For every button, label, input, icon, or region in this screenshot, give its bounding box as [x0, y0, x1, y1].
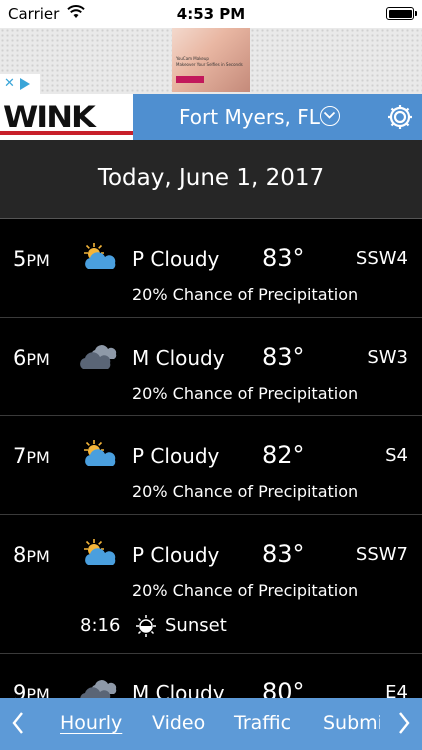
ad-line1: YouCam Makeup — [176, 56, 209, 61]
status-bar: Carrier 4:53 PM — [0, 0, 422, 28]
mostly-cloudy-icon — [80, 680, 117, 699]
forecast-hour: 7PM — [13, 444, 50, 468]
sunset-time: 8:16 — [80, 615, 121, 636]
forecast-condition: P Cloudy — [132, 247, 220, 271]
nav-tab-traffic[interactable]: Traffic — [234, 712, 291, 734]
location-label[interactable]: Fort Myers, FL — [179, 105, 320, 129]
close-ad-icon[interactable]: ✕ — [4, 76, 15, 91]
clock: 4:53 PM — [176, 5, 246, 23]
wink-logo: WINK — [0, 94, 133, 140]
forecast-hour: 5PM — [13, 247, 50, 271]
forecast-temp: 83° — [262, 244, 305, 272]
hourly-forecast-list[interactable]: 5PM P Cloudy 83° SSW4 20% Chance of Prec… — [0, 219, 422, 699]
nav-tab-hourly[interactable]: Hourly — [60, 712, 122, 734]
partly-cloudy-icon — [84, 440, 116, 466]
partly-cloudy-icon — [84, 243, 116, 269]
date-label: Today, June 1, 2017 — [97, 165, 325, 191]
sunset-label: Sunset — [165, 615, 227, 636]
forecast-hour: 6PM — [13, 346, 50, 370]
forecast-wind: SSW4 — [355, 248, 408, 269]
ad-line2: Makeover Your Selfies in Seconds — [176, 62, 243, 67]
forecast-wind: SSW7 — [355, 544, 408, 565]
ad-cta[interactable] — [176, 76, 204, 83]
adchoices-triangle-icon — [20, 78, 30, 90]
forecast-precip: 20% Chance of Precipitation — [132, 285, 359, 304]
forecast-row[interactable]: 7PM P Cloudy 82° S4 20% Chance of Precip… — [0, 415, 422, 515]
partly-cloudy-icon — [84, 539, 116, 565]
forecast-temp: 83° — [262, 343, 305, 371]
forecast-wind: SW3 — [367, 347, 408, 368]
forecast-temp: 83° — [262, 540, 305, 568]
forecast-hour: 9PM — [13, 681, 50, 699]
ad-banner[interactable]: YouCam Makeup Makeover Your Selfies in S… — [0, 28, 422, 94]
forecast-temp: 82° — [262, 441, 305, 469]
forecast-condition: P Cloudy — [132, 543, 220, 567]
settings-gear-icon[interactable] — [386, 103, 414, 131]
forecast-precip: 20% Chance of Precipitation — [132, 384, 359, 403]
forecast-row[interactable]: 9PM M Cloudy 80° E4 — [0, 653, 422, 699]
date-header: Today, June 1, 2017 — [0, 140, 422, 219]
forecast-precip: 20% Chance of Precipitation — [132, 581, 359, 600]
forecast-condition: M Cloudy — [132, 681, 225, 699]
sunset-icon — [136, 615, 156, 637]
location-dropdown-icon[interactable] — [320, 106, 340, 126]
adchoices-icon[interactable]: ✕ — [0, 74, 40, 94]
forecast-wind: E4 — [385, 682, 408, 699]
forecast-temp: 80° — [262, 678, 305, 699]
forecast-row[interactable]: 8PM P Cloudy 83° SSW7 20% Chance of Prec… — [0, 514, 422, 654]
forecast-row[interactable]: 5PM P Cloudy 83° SSW4 20% Chance of Prec… — [0, 219, 422, 318]
forecast-condition: P Cloudy — [132, 444, 220, 468]
nav-tab-video[interactable]: Video — [152, 712, 205, 734]
mostly-cloudy-icon — [80, 345, 117, 369]
bottom-nav: Hourly Video Traffic Submit — [0, 698, 422, 750]
nav-next-icon[interactable] — [396, 710, 412, 736]
forecast-precip: 20% Chance of Precipitation — [132, 482, 359, 501]
forecast-row[interactable]: 6PM M Cloudy 83° SW3 20% Chance of Preci… — [0, 317, 422, 416]
forecast-wind: S4 — [385, 445, 408, 466]
ad-image[interactable]: YouCam Makeup Makeover Your Selfies in S… — [172, 28, 250, 92]
nav-tab-submit[interactable]: Submit — [323, 712, 380, 734]
forecast-condition: M Cloudy — [132, 346, 225, 370]
nav-prev-icon[interactable] — [10, 710, 26, 736]
app-header: WINK Fort Myers, FL — [0, 94, 422, 140]
forecast-hour: 8PM — [13, 543, 50, 567]
battery-icon — [386, 7, 417, 20]
